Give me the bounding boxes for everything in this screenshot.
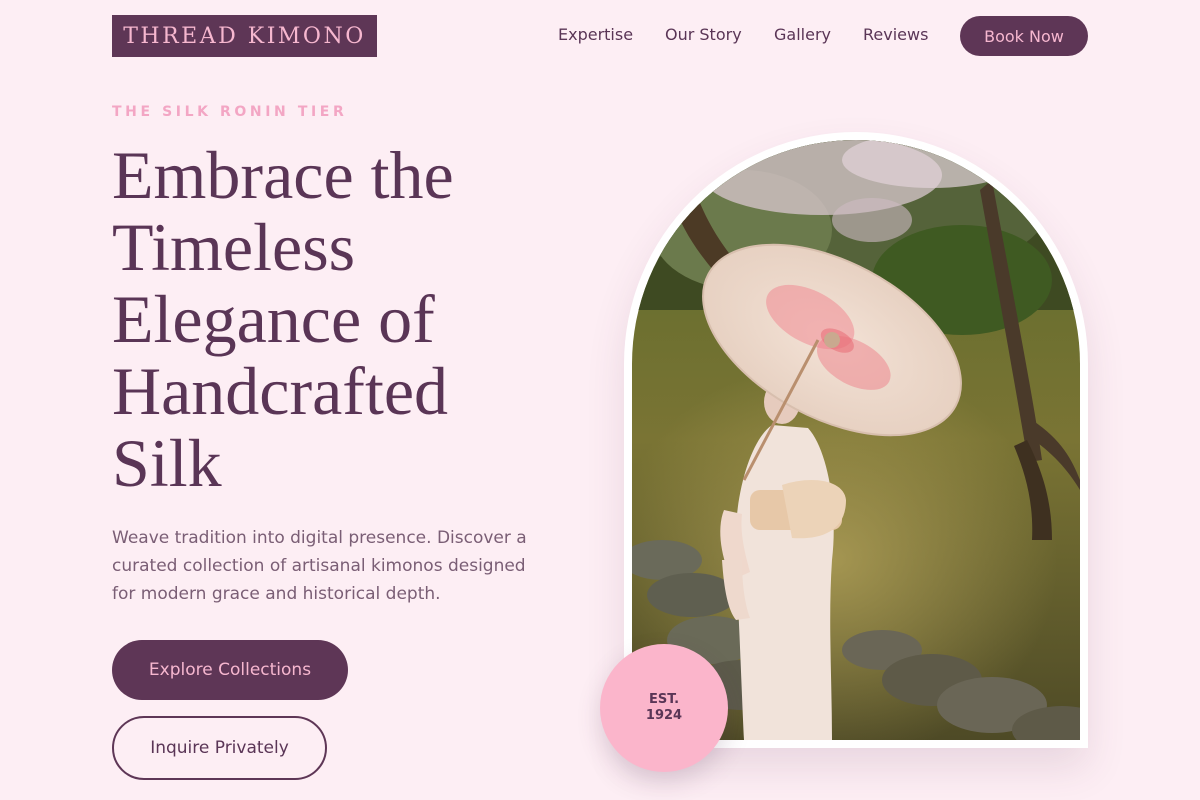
- headline-line: Timeless: [112, 209, 356, 285]
- nav-link-gallery[interactable]: Gallery: [774, 25, 831, 44]
- hero-subtitle: Weave tradition into digital presence. D…: [112, 524, 572, 608]
- hero-eyebrow: THE SILK RONIN TIER: [112, 104, 348, 120]
- kimono-parasol-photo: [632, 140, 1080, 740]
- book-now-button[interactable]: Book Now: [960, 16, 1088, 56]
- nav-link-our-story[interactable]: Our Story: [665, 25, 742, 44]
- nav-link-reviews[interactable]: Reviews: [863, 25, 928, 44]
- badge-year: 1924: [645, 708, 683, 723]
- subtitle-line: curated collection of artisanal kimonos …: [112, 556, 526, 576]
- subtitle-line: for modern grace and historical depth.: [112, 584, 441, 604]
- established-badge: EST. 1924: [600, 644, 728, 772]
- hero-photo: [632, 140, 1080, 740]
- nav-link-expertise[interactable]: Expertise: [558, 25, 633, 44]
- inquire-privately-button[interactable]: Inquire Privately: [112, 716, 327, 780]
- hero-headline: Embrace the Timeless Elegance of Handcra…: [112, 139, 592, 499]
- explore-collections-button[interactable]: Explore Collections: [112, 640, 348, 700]
- brand-logo[interactable]: THREAD KIMONO: [112, 15, 377, 57]
- headline-line: Embrace the: [112, 137, 454, 213]
- headline-line: Handcrafted: [112, 353, 449, 429]
- badge-label: EST.: [648, 692, 680, 707]
- headline-line: Silk: [112, 425, 222, 501]
- subtitle-line: Weave tradition into digital presence. D…: [112, 528, 527, 548]
- headline-line: Elegance of: [112, 281, 435, 357]
